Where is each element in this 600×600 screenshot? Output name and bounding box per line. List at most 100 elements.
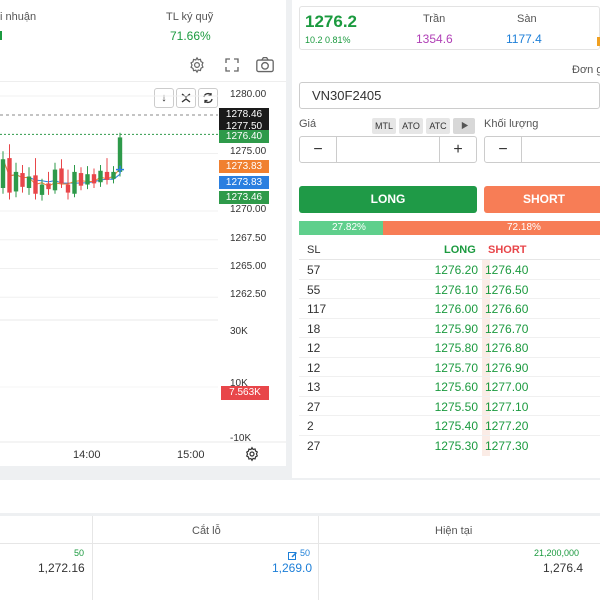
time-label: 14:00: [73, 449, 101, 461]
time-label: 15:00: [177, 449, 205, 461]
orderbook-row[interactable]: 12 1275.80 1276.80: [299, 338, 600, 358]
candle-body: [111, 171, 116, 179]
edit-icon[interactable]: [288, 548, 298, 560]
orderbook-long-price[interactable]: 1275.50: [435, 400, 478, 414]
orderbook-row[interactable]: 2 1275.40 1277.20: [299, 416, 600, 436]
orderbook-short-price[interactable]: 1277.30: [485, 439, 528, 453]
price-tag: 1276.40: [219, 130, 269, 143]
quantity-decrease-button[interactable]: −: [485, 137, 522, 162]
orderbook-short-price[interactable]: 1276.40: [485, 263, 528, 277]
price-tag: 1273.83: [219, 160, 269, 173]
orderbook-row[interactable]: 57 1276.20 1276.40: [299, 260, 600, 280]
positions-header-border: [0, 543, 600, 544]
orderbook-long-price[interactable]: 1275.30: [435, 439, 478, 453]
price-tick: 1275.00: [230, 146, 267, 157]
position-qty: 50: [74, 548, 85, 558]
price-decrease-button[interactable]: −: [300, 137, 337, 162]
orderbook-sl: 12: [307, 341, 321, 355]
profit-label: i nhuận: [0, 11, 37, 23]
quantity-stepper: −: [484, 136, 600, 163]
last-price: 1276.2: [305, 12, 357, 31]
orderbook-long-price[interactable]: 1275.40: [435, 419, 478, 433]
current-qty: 21,200,000: [534, 548, 580, 558]
orderbook-sl: 12: [307, 360, 321, 375]
floor-label: Sàn: [517, 13, 537, 25]
price-label: Giá: [299, 118, 317, 130]
orderbook-short-price[interactable]: 1277.10: [485, 400, 528, 414]
orderbook-long-price[interactable]: 1275.60: [435, 380, 478, 394]
candle-body: [7, 158, 12, 193]
price-tick: 1270.00: [230, 204, 267, 215]
orderbook-sl: 27: [307, 438, 321, 453]
orderbook-header-short: SHORT: [488, 244, 527, 256]
orderbook-short-price[interactable]: 1276.70: [485, 322, 528, 336]
orderbook-short-price[interactable]: 1277.20: [485, 419, 528, 433]
candle-body: [39, 184, 45, 195]
orderbook-short-price[interactable]: 1276.50: [485, 283, 528, 297]
ato-chip[interactable]: ATO: [399, 118, 423, 134]
positions-table: Cắt lỗ Hiện tại 50 1,272.16 50 1,269.0 2…: [0, 516, 600, 600]
candle-body: [78, 173, 84, 186]
price-tick: 1265.00: [230, 261, 267, 272]
volume-tag: 7.563K: [221, 386, 269, 400]
column-divider: [318, 516, 319, 600]
orderbook-long-price[interactable]: 1275.90: [435, 322, 478, 336]
price-increase-button[interactable]: +: [439, 137, 476, 162]
fund-ratio-label: TL ký quỹ: [166, 11, 214, 23]
profit-value-indicator: [0, 31, 2, 40]
fund-ratio-value: 71.66%: [170, 29, 211, 43]
orderbook-row[interactable]: 27 1275.50 1277.10: [299, 397, 600, 416]
orderbook-row[interactable]: 18 1275.90 1276.70: [299, 319, 600, 338]
short-button[interactable]: SHORT: [484, 186, 600, 213]
orderbook-row[interactable]: 27 1275.30 1277.30: [299, 436, 600, 456]
chart-settings-icon[interactable]: [242, 444, 262, 464]
atc-chip[interactable]: ATC: [426, 118, 450, 134]
orderbook-long-price[interactable]: 1275.80: [435, 341, 478, 355]
candle-body: [13, 171, 19, 192]
orderbook-long-price[interactable]: 1276.10: [435, 283, 478, 297]
orderbook-sl: 18: [307, 321, 321, 336]
ceiling-value: 1354.6: [416, 32, 453, 46]
mtl-chip[interactable]: MTL: [372, 118, 396, 134]
candle-body: [59, 168, 64, 184]
orderbook-header-long: LONG: [444, 244, 476, 256]
long-button[interactable]: LONG: [299, 186, 477, 213]
floor-value: 1177.4: [506, 32, 542, 46]
candle-body: [0, 159, 6, 188]
orderbook-short-price[interactable]: 1276.60: [485, 302, 528, 316]
candle-body: [65, 184, 71, 193]
candle-body: [26, 176, 32, 188]
orderbook-long-price[interactable]: 1276.00: [435, 302, 478, 316]
long-short-ratio-bar: 27.82% 72.18%: [299, 221, 600, 235]
orderbook-row[interactable]: 13 1275.60 1277.00: [299, 377, 600, 397]
price-tick: 1280.00: [230, 89, 267, 100]
orderbook-short-price[interactable]: 1276.80: [485, 341, 528, 355]
orderbook-long-price[interactable]: 1276.20: [435, 263, 478, 277]
orderbook-sl: 27: [307, 399, 321, 414]
orderbook-row[interactable]: 12 1275.70 1276.90: [299, 358, 600, 377]
orderbook-long-price[interactable]: 1275.70: [435, 361, 478, 375]
orderbook-row[interactable]: 55 1276.10 1276.50: [299, 280, 600, 299]
orderbook-row[interactable]: 117 1276.00 1276.60: [299, 299, 600, 319]
unit-label: Đơn g: [572, 64, 600, 76]
candle-body: [46, 183, 51, 190]
orderbook-short-price[interactable]: 1277.00: [485, 380, 528, 394]
stop-loss-value[interactable]: 1,269.0: [272, 561, 312, 575]
stop-loss-header: Cắt lỗ: [192, 525, 221, 537]
candle-body: [85, 174, 90, 185]
price-tag: 1273.46: [219, 191, 269, 204]
stop-loss-qty: 50: [300, 548, 311, 558]
candle-body: [91, 174, 97, 184]
column-divider: [92, 516, 93, 600]
symbol-input[interactable]: [299, 82, 600, 109]
play-chip[interactable]: [453, 118, 475, 134]
orderbook-header-sl: SL: [307, 244, 321, 256]
orderbook-sl: 55: [307, 282, 321, 297]
price-tag: 1273.83: [219, 176, 269, 189]
candle-body: [33, 175, 38, 194]
orderbook-short-price[interactable]: 1276.90: [485, 361, 528, 375]
quantity-label: Khối lượng: [484, 118, 539, 130]
price-change: 10.2 0.81%: [305, 35, 351, 45]
candle-body: [104, 171, 110, 180]
candle-body: [52, 169, 58, 191]
